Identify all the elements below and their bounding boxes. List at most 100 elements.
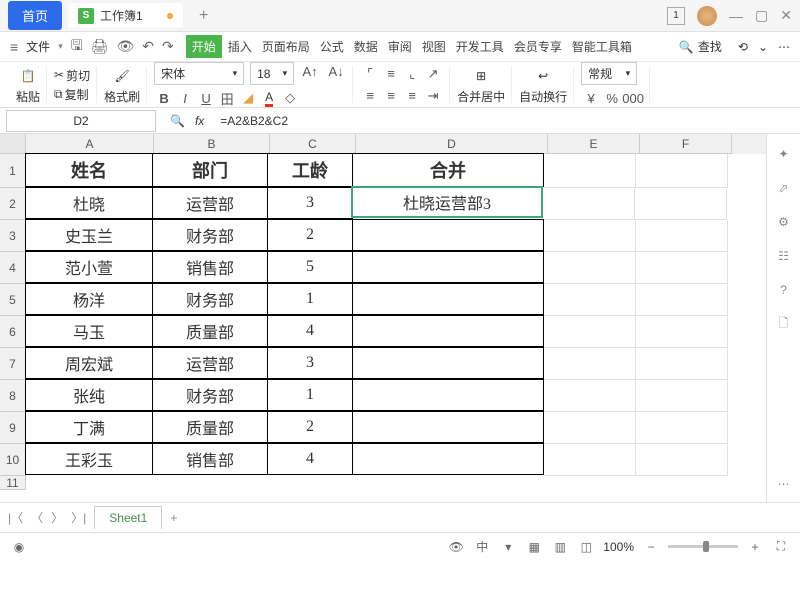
column-header-E[interactable]: E	[548, 134, 640, 154]
tab-member[interactable]: 会员专享	[510, 35, 566, 58]
layout-icon[interactable]: ▾	[499, 538, 517, 556]
add-sheet-button[interactable]: +	[170, 511, 177, 525]
cell-E3[interactable]	[544, 220, 636, 252]
row-header-2[interactable]: 2	[0, 188, 26, 220]
font-size-select[interactable]: 18▾	[250, 62, 294, 85]
cell-D8[interactable]	[352, 379, 544, 411]
row-header-11[interactable]: 11	[0, 476, 26, 490]
sheet-first-button[interactable]: |〈	[8, 509, 23, 526]
row-header-4[interactable]: 4	[0, 252, 26, 284]
row-header-6[interactable]: 6	[0, 316, 26, 348]
cell-F8[interactable]	[636, 380, 728, 412]
select-icon[interactable]: ⬀	[774, 178, 794, 198]
cell-C4[interactable]: 5	[267, 251, 353, 283]
decrease-font-button[interactable]: A↓	[326, 62, 346, 80]
assistant-icon[interactable]: ✦	[774, 144, 794, 164]
cell-F4[interactable]	[636, 252, 728, 284]
search-box[interactable]: 🔍 查找	[679, 38, 722, 55]
more-icon[interactable]: ⋯	[778, 40, 790, 54]
align-left-button[interactable]: ≡	[360, 87, 380, 105]
cell-A4[interactable]: 范小萱	[25, 251, 153, 283]
file-menu[interactable]: 文件	[26, 38, 50, 55]
row-header-3[interactable]: 3	[0, 220, 26, 252]
column-header-F[interactable]: F	[640, 134, 732, 154]
italic-button[interactable]: I	[175, 89, 195, 107]
tab-smarttools[interactable]: 智能工具箱	[568, 35, 636, 58]
window-count-badge[interactable]: 1	[667, 7, 685, 25]
spreadsheet-grid[interactable]: ABCDEF 1姓名部门工龄合并2杜晓运营部3杜晓运营部33史玉兰财务部24范小…	[0, 134, 766, 502]
cell-F3[interactable]	[636, 220, 728, 252]
minimize-button[interactable]: —	[729, 8, 743, 24]
border-button[interactable]: 田	[217, 89, 237, 107]
cell-E1[interactable]	[544, 154, 636, 188]
record-icon[interactable]: ◉	[10, 538, 28, 556]
cell-B9[interactable]: 质量部	[152, 411, 268, 443]
increase-font-button[interactable]: A↑	[300, 62, 320, 80]
page-view-icon[interactable]: ▥	[551, 538, 569, 556]
font-color-button[interactable]: A	[259, 89, 279, 107]
user-avatar[interactable]	[697, 6, 717, 26]
cell-D10[interactable]	[352, 443, 544, 475]
cell-D3[interactable]	[352, 219, 544, 251]
properties-icon[interactable]: ☷	[774, 246, 794, 266]
maximize-button[interactable]: ▢	[755, 7, 768, 24]
bold-button[interactable]: B	[154, 89, 174, 107]
cell-E10[interactable]	[544, 444, 636, 476]
align-center-button[interactable]: ≡	[381, 87, 401, 105]
column-header-A[interactable]: A	[26, 134, 154, 154]
cell-A8[interactable]: 张纯	[25, 379, 153, 411]
currency-button[interactable]: ¥	[581, 89, 601, 107]
settings-icon[interactable]: ⚙	[774, 212, 794, 232]
cut-button[interactable]: ✂剪切	[54, 67, 90, 84]
cell-B6[interactable]: 质量部	[152, 315, 268, 347]
tab-start[interactable]: 开始	[186, 35, 222, 58]
cell-D1[interactable]: 合并	[352, 153, 544, 187]
tab-view[interactable]: 视图	[418, 35, 450, 58]
new-tab-button[interactable]: +	[195, 7, 213, 25]
cell-B10[interactable]: 销售部	[152, 443, 268, 475]
undo-icon[interactable]: ↶	[142, 38, 154, 55]
cell-C1[interactable]: 工龄	[267, 153, 353, 187]
tab-review[interactable]: 审阅	[384, 35, 416, 58]
column-header-C[interactable]: C	[270, 134, 356, 154]
toolbox-icon[interactable]: 🗋	[774, 314, 794, 334]
save-icon[interactable]: 🖫	[71, 35, 83, 59]
collapse-ribbon-icon[interactable]: ⌄	[758, 40, 768, 54]
cell-A6[interactable]: 马玉	[25, 315, 153, 347]
cell-E7[interactable]	[544, 348, 636, 380]
indent-button[interactable]: ⇥	[423, 87, 443, 105]
align-bottom-button[interactable]: ⌞	[402, 65, 422, 83]
home-tab[interactable]: 首页	[8, 1, 62, 30]
row-header-8[interactable]: 8	[0, 380, 26, 412]
zoom-level[interactable]: 100%	[603, 540, 634, 554]
underline-button[interactable]: U	[196, 89, 216, 107]
cell-A7[interactable]: 周宏斌	[25, 347, 153, 379]
cell-F7[interactable]	[636, 348, 728, 380]
number-format-select[interactable]: 常规▾	[581, 62, 637, 85]
cell-E6[interactable]	[544, 316, 636, 348]
column-header-B[interactable]: B	[154, 134, 270, 154]
sync-icon[interactable]: ⟲	[738, 40, 748, 54]
more-panel-icon[interactable]: ⋯	[774, 474, 794, 494]
name-box[interactable]: D2	[6, 110, 156, 132]
clear-format-button[interactable]: ◇	[280, 89, 300, 107]
row-header-9[interactable]: 9	[0, 412, 26, 444]
cell-C2[interactable]: 3	[267, 187, 353, 219]
cell-F2[interactable]	[635, 188, 727, 220]
redo-icon[interactable]: ↷	[162, 38, 174, 55]
fullscreen-icon[interactable]: ⛶	[772, 538, 790, 556]
zoom-out-button[interactable]: −	[642, 538, 660, 556]
sheet-next-button[interactable]: 〉	[51, 509, 63, 526]
cell-F1[interactable]	[636, 154, 728, 188]
cell-A10[interactable]: 王彩玉	[25, 443, 153, 475]
fx-label[interactable]: fx	[195, 114, 204, 128]
eye-icon[interactable]: 👁	[447, 538, 465, 556]
cell-E4[interactable]	[544, 252, 636, 284]
cell-C3[interactable]: 2	[267, 219, 353, 251]
cell-A5[interactable]: 杨洋	[25, 283, 153, 315]
percent-button[interactable]: %	[602, 89, 622, 107]
cell-C6[interactable]: 4	[267, 315, 353, 347]
menu-icon[interactable]: ≡	[10, 39, 18, 55]
help-icon[interactable]: ?	[774, 280, 794, 300]
reading-icon[interactable]: 中	[473, 538, 491, 556]
